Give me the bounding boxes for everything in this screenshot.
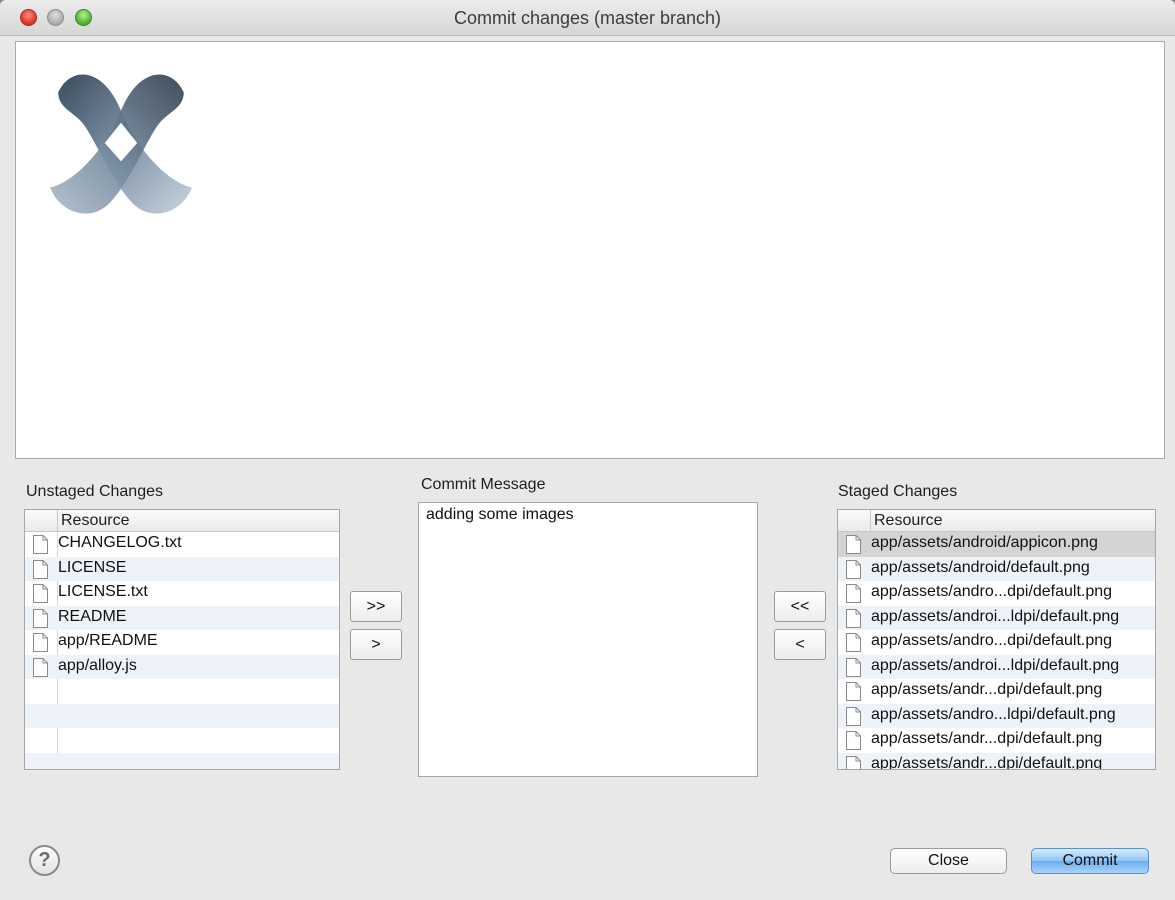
file-name: app/assets/andr...dpi/default.png bbox=[871, 754, 1103, 770]
file-name: app/assets/andro...ldpi/default.png bbox=[871, 705, 1116, 723]
file-row[interactable]: CHANGELOG.txt bbox=[25, 532, 339, 557]
file-name: app/README bbox=[58, 632, 158, 649]
file-name: app/assets/andro...dpi/default.png bbox=[871, 583, 1113, 600]
unstage-all-button[interactable]: << bbox=[774, 591, 826, 622]
file-icon bbox=[33, 608, 48, 628]
file-icon bbox=[846, 633, 861, 652]
unstage-selected-button[interactable]: < bbox=[774, 629, 826, 660]
file-row[interactable]: README bbox=[25, 605, 339, 630]
resource-column-label: Resource bbox=[61, 512, 130, 529]
file-name: app/assets/android/appicon.png bbox=[871, 534, 1098, 551]
file-name: LICENSE.txt bbox=[58, 583, 148, 600]
file-row[interactable]: app/README bbox=[25, 630, 339, 655]
file-icon bbox=[846, 706, 861, 726]
unstaged-column-header[interactable]: Resource bbox=[25, 510, 339, 532]
file-name: LICENSE bbox=[58, 558, 127, 576]
file-row[interactable]: app/alloy.js bbox=[25, 654, 339, 679]
file-icon bbox=[846, 535, 861, 554]
file-name: app/assets/androi...ldpi/default.png bbox=[871, 656, 1120, 674]
file-icon bbox=[33, 559, 48, 579]
file-row[interactable]: app/assets/andro...ldpi/default.png bbox=[838, 703, 1155, 728]
file-name: app/assets/andr...dpi/default.png bbox=[871, 681, 1103, 698]
file-name: app/assets/andr...dpi/default.png bbox=[871, 730, 1103, 747]
empty-row bbox=[25, 728, 339, 753]
commit-message-label: Commit Message bbox=[421, 476, 546, 493]
file-name: CHANGELOG.txt bbox=[58, 534, 182, 551]
file-icon bbox=[846, 584, 861, 603]
empty-row bbox=[25, 752, 339, 769]
file-row[interactable]: app/assets/andr...dpi/default.png bbox=[838, 728, 1155, 753]
file-icon bbox=[33, 633, 48, 652]
staged-changes-list[interactable]: Resource app/assets/android/appicon.png a… bbox=[837, 509, 1156, 770]
app-logo bbox=[50, 74, 192, 214]
file-row[interactable]: app/assets/andr...dpi/default.png bbox=[838, 752, 1155, 770]
unstaged-changes-label: Unstaged Changes bbox=[26, 483, 163, 500]
commit-button[interactable]: Commit bbox=[1031, 848, 1149, 874]
unstaged-changes-list[interactable]: Resource CHANGELOG.txt LICENSE LICENSE.txt… bbox=[24, 509, 340, 770]
file-row[interactable]: app/assets/android/appicon.png bbox=[838, 532, 1155, 557]
file-row[interactable]: app/assets/andro...dpi/default.png bbox=[838, 630, 1155, 655]
file-name: README bbox=[58, 607, 127, 625]
file-name: app/alloy.js bbox=[58, 656, 137, 674]
file-name: app/assets/androi...ldpi/default.png bbox=[871, 607, 1120, 625]
window-title: Commit changes (master branch) bbox=[453, 8, 722, 28]
stage-selected-button[interactable]: > bbox=[350, 629, 402, 660]
empty-row bbox=[25, 703, 339, 728]
commit-message-input[interactable] bbox=[418, 502, 758, 777]
staged-changes-label: Staged Changes bbox=[838, 483, 958, 500]
staged-column-header[interactable]: Resource bbox=[838, 510, 1155, 532]
file-row[interactable]: LICENSE bbox=[25, 556, 339, 581]
file-row[interactable]: app/assets/android/default.png bbox=[838, 556, 1155, 581]
file-icon bbox=[846, 755, 861, 769]
empty-row bbox=[25, 679, 339, 704]
file-row[interactable]: app/assets/andro...dpi/default.png bbox=[838, 581, 1155, 606]
file-icon bbox=[846, 682, 861, 701]
file-icon bbox=[33, 535, 48, 554]
file-icon bbox=[33, 584, 48, 603]
stage-all-button[interactable]: >> bbox=[350, 591, 402, 622]
file-icon bbox=[846, 657, 861, 677]
file-icon bbox=[846, 608, 861, 628]
commit-dialog: Commit changes (master branch) Unstaged … bbox=[0, 0, 1175, 900]
file-name: app/assets/andro...dpi/default.png bbox=[871, 632, 1113, 649]
file-name: app/assets/android/default.png bbox=[871, 558, 1090, 576]
close-button[interactable]: Close bbox=[890, 848, 1007, 874]
file-icon bbox=[846, 559, 861, 579]
banner-panel bbox=[15, 41, 1165, 459]
file-icon bbox=[33, 657, 48, 677]
file-row[interactable]: app/assets/andr...dpi/default.png bbox=[838, 679, 1155, 704]
title-bar[interactable]: Commit changes (master branch) bbox=[0, 0, 1175, 36]
help-button[interactable]: ? bbox=[29, 845, 60, 876]
resource-column-label: Resource bbox=[874, 512, 943, 529]
file-icon bbox=[846, 731, 861, 750]
file-row[interactable]: app/assets/androi...ldpi/default.png bbox=[838, 654, 1155, 679]
file-row[interactable]: app/assets/androi...ldpi/default.png bbox=[838, 605, 1155, 630]
file-row[interactable]: LICENSE.txt bbox=[25, 581, 339, 606]
